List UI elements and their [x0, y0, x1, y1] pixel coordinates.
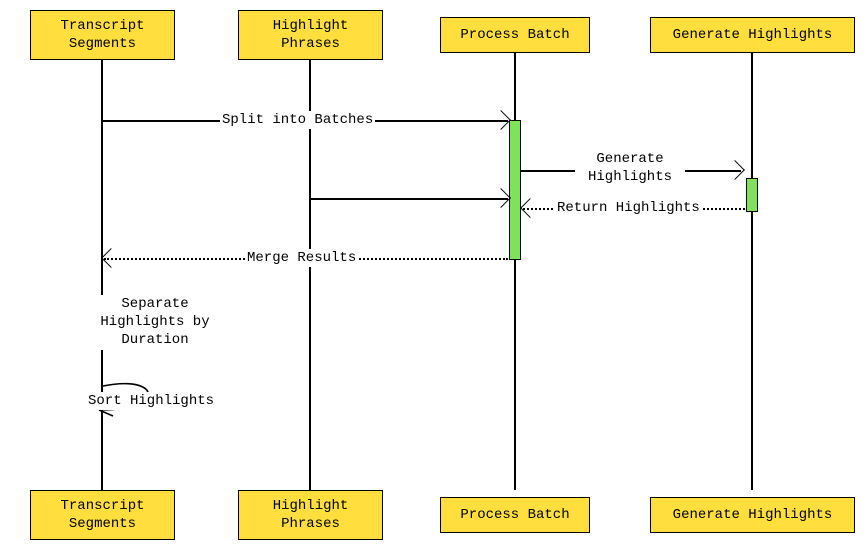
message-generate-highlights: GenerateHighlights: [575, 150, 685, 186]
arrowhead-icon: [101, 248, 121, 268]
message-split-into-batches: Split into Batches: [220, 111, 375, 129]
participant-label: TranscriptSegments: [60, 497, 144, 533]
lifeline-generate-highlights: [751, 53, 753, 490]
arrowhead-icon: [491, 188, 511, 208]
arrowhead-icon: [491, 110, 511, 130]
participant-label: HighlightPhrases: [273, 17, 349, 53]
participant-generate-highlights-bottom: Generate Highlights: [650, 497, 855, 533]
participant-highlight-phrases-top: HighlightPhrases: [238, 10, 383, 60]
lifeline-process-batch: [514, 53, 516, 490]
participant-label: Process Batch: [460, 506, 569, 524]
participant-process-batch-top: Process Batch: [440, 17, 590, 53]
lifeline-transcript-segments: [101, 60, 103, 490]
participant-label: Process Batch: [460, 26, 569, 44]
participant-label: TranscriptSegments: [60, 17, 144, 53]
activation-generate-highlights: [746, 178, 758, 212]
participant-label: Generate Highlights: [673, 506, 833, 524]
participant-generate-highlights-top: Generate Highlights: [650, 17, 855, 53]
participant-transcript-segments-top: TranscriptSegments: [30, 10, 175, 60]
activation-process-batch: [509, 120, 521, 260]
arrowhead-icon: [520, 198, 540, 218]
participant-highlight-phrases-bottom: HighlightPhrases: [238, 490, 383, 540]
message-merge-results: Merge Results: [245, 249, 358, 267]
arrowhead-icon: [725, 160, 745, 180]
message-return-highlights: Return Highlights: [555, 199, 702, 217]
participant-process-batch-bottom: Process Batch: [440, 497, 590, 533]
message-line: [310, 198, 508, 200]
message-separate-highlights: SeparateHighlights byDuration: [85, 295, 225, 350]
participant-label: Generate Highlights: [673, 26, 833, 44]
participant-transcript-segments-bottom: TranscriptSegments: [30, 490, 175, 540]
participant-label: HighlightPhrases: [273, 497, 349, 533]
message-sort-highlights: Sort Highlights: [86, 392, 216, 410]
